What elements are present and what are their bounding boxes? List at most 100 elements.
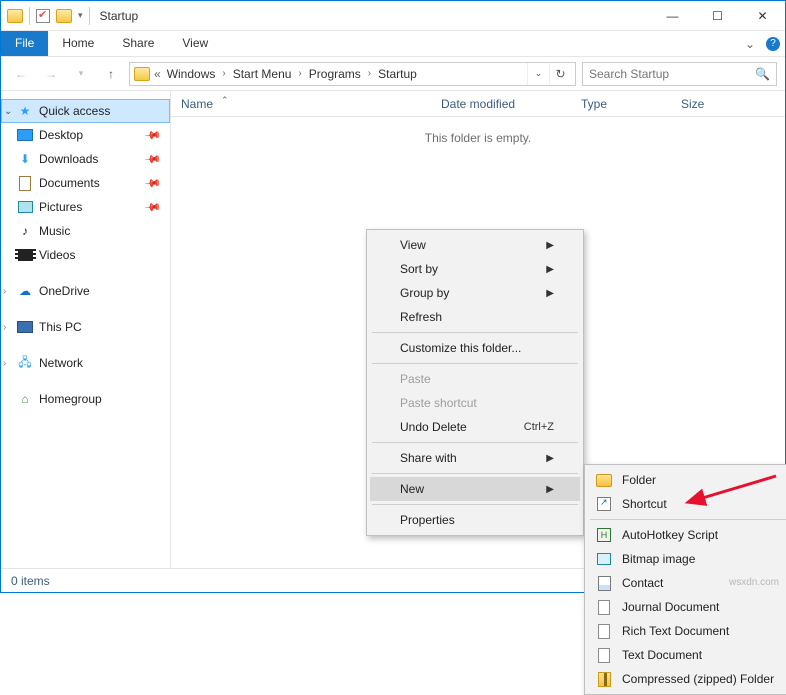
sidebar-label: Pictures	[39, 200, 82, 214]
ribbon-expand-icon[interactable]: ⌄	[739, 31, 761, 56]
expand-icon[interactable]: ›	[3, 322, 6, 333]
submenu-arrow-icon: ▶	[522, 240, 554, 251]
folder-icon[interactable]	[7, 9, 23, 23]
music-icon: ♪	[17, 223, 33, 239]
file-tab[interactable]: File	[1, 31, 48, 56]
menu-item-new-zip[interactable]: Compressed (zipped) Folder	[588, 667, 786, 691]
sidebar-item-onedrive[interactable]: › ☁ OneDrive	[1, 279, 170, 303]
forward-button[interactable]: →	[39, 62, 63, 86]
menu-label: Refresh	[400, 310, 442, 324]
collapse-icon[interactable]: ⌄	[4, 106, 12, 117]
watermark: wsxdn.com	[729, 577, 779, 588]
menu-item-refresh[interactable]: Refresh	[370, 305, 580, 329]
sidebar-item-desktop[interactable]: Desktop 📌	[1, 123, 170, 147]
menu-item-customize[interactable]: Customize this folder...	[370, 336, 580, 360]
maximize-button[interactable]: ☐	[695, 1, 740, 30]
chevron-icon[interactable]: «	[154, 67, 161, 81]
address-dropdown-icon[interactable]: ⌄	[527, 63, 549, 85]
chevron-icon[interactable]: ›	[297, 68, 302, 79]
new-folder-qat-button[interactable]	[56, 9, 72, 23]
sidebar-item-homegroup[interactable]: ⌂ Homegroup	[1, 387, 170, 411]
sidebar-item-music[interactable]: ♪ Music	[1, 219, 170, 243]
share-tab[interactable]: Share	[108, 31, 168, 56]
breadcrumb[interactable]: Programs	[305, 65, 365, 83]
menu-label: View	[400, 238, 426, 252]
menu-item-new-ahk[interactable]: H AutoHotkey Script	[588, 523, 786, 547]
expand-icon[interactable]: ›	[3, 286, 6, 297]
back-button[interactable]: ←	[9, 62, 33, 86]
sidebar-item-videos[interactable]: Videos	[1, 243, 170, 267]
menu-separator	[372, 473, 578, 474]
menu-item-share-with[interactable]: Share with ▶	[370, 446, 580, 470]
menu-item-new-folder[interactable]: Folder	[588, 468, 786, 492]
menu-label: Properties	[400, 513, 455, 527]
column-size[interactable]: Size	[671, 97, 714, 111]
menu-item-new-journal[interactable]: Journal Document	[588, 595, 786, 619]
minimize-button[interactable]: —	[650, 1, 695, 30]
submenu-arrow-icon: ▶	[522, 453, 554, 464]
menu-item-new[interactable]: New▶	[370, 477, 580, 501]
close-button[interactable]: ✕	[740, 1, 785, 30]
main-area: ⌄ ★ Quick access Desktop 📌 ⬇ Downloads 📌…	[1, 91, 785, 568]
txt-icon	[598, 648, 610, 663]
up-button[interactable]: ↑	[99, 62, 123, 86]
sidebar-item-downloads[interactable]: ⬇ Downloads 📌	[1, 147, 170, 171]
menu-label: Contact	[622, 576, 663, 590]
sidebar-item-this-pc[interactable]: › This PC	[1, 315, 170, 339]
content-pane[interactable]: Name⌃ Date modified Type Size This folde…	[171, 91, 785, 568]
history-dropdown-icon[interactable]: ▾	[69, 62, 93, 86]
window-controls: — ☐ ✕	[650, 1, 785, 30]
view-tab[interactable]: View	[168, 31, 222, 56]
title-bar: ▾ Startup — ☐ ✕	[1, 1, 785, 31]
menu-item-sort-by[interactable]: Sort by▶	[370, 257, 580, 281]
search-icon[interactable]: 🔍	[755, 67, 770, 81]
sidebar-label: Desktop	[39, 128, 83, 142]
column-date-modified[interactable]: Date modified	[431, 97, 571, 111]
navigation-pane: ⌄ ★ Quick access Desktop 📌 ⬇ Downloads 📌…	[1, 91, 171, 568]
address-bar[interactable]: « Windows › Start Menu › Programs › Star…	[129, 62, 576, 86]
refresh-button[interactable]: ↻	[549, 63, 571, 85]
expand-icon[interactable]: ›	[3, 358, 6, 369]
menu-item-group-by[interactable]: Group by▶	[370, 281, 580, 305]
pin-icon: 📌	[144, 126, 163, 145]
menu-item-view[interactable]: View ▶	[370, 233, 580, 257]
menu-label: Bitmap image	[622, 552, 695, 566]
properties-qat-button[interactable]	[36, 9, 50, 23]
column-name[interactable]: Name⌃	[171, 97, 431, 111]
submenu-arrow-icon: ▶	[522, 264, 554, 275]
menu-item-new-shortcut[interactable]: Shortcut	[588, 492, 786, 516]
menu-label: Customize this folder...	[400, 341, 521, 355]
menu-item-undo-delete[interactable]: Undo DeleteCtrl+Z	[370, 415, 580, 439]
sidebar-label: Network	[39, 356, 83, 370]
breadcrumb[interactable]: Start Menu	[229, 65, 296, 83]
menu-label: Share with	[400, 451, 457, 465]
chevron-icon[interactable]: ›	[367, 68, 372, 79]
search-box[interactable]: 🔍	[582, 62, 777, 86]
menu-item-properties[interactable]: Properties	[370, 508, 580, 532]
ahk-icon: H	[597, 528, 611, 542]
chevron-icon[interactable]: ›	[221, 68, 226, 79]
qat-dropdown-icon[interactable]: ▾	[78, 10, 83, 21]
sidebar-label: Quick access	[39, 104, 110, 118]
rtf-icon	[598, 624, 610, 639]
help-button[interactable]: ?	[761, 31, 785, 56]
home-tab[interactable]: Home	[48, 31, 108, 56]
breadcrumb[interactable]: Startup	[374, 65, 421, 83]
pictures-icon	[18, 201, 33, 213]
menu-label: AutoHotkey Script	[622, 528, 718, 542]
search-input[interactable]	[589, 67, 755, 81]
menu-shortcut: Ctrl+Z	[500, 421, 554, 433]
sidebar-item-pictures[interactable]: Pictures 📌	[1, 195, 170, 219]
column-type[interactable]: Type	[571, 97, 671, 111]
sidebar-item-network[interactable]: › 🖧 Network	[1, 351, 170, 375]
menu-separator	[372, 363, 578, 364]
menu-item-new-txt[interactable]: Text Document	[588, 643, 786, 667]
menu-item-new-bitmap[interactable]: Bitmap image	[588, 547, 786, 571]
menu-label: Journal Document	[622, 600, 719, 614]
bitmap-icon	[597, 553, 611, 565]
sidebar-item-documents[interactable]: Documents 📌	[1, 171, 170, 195]
submenu-arrow-icon: ▶	[522, 484, 554, 495]
breadcrumb[interactable]: Windows	[163, 65, 220, 83]
menu-item-new-rtf[interactable]: Rich Text Document	[588, 619, 786, 643]
sidebar-item-quick-access[interactable]: ⌄ ★ Quick access	[1, 99, 170, 123]
